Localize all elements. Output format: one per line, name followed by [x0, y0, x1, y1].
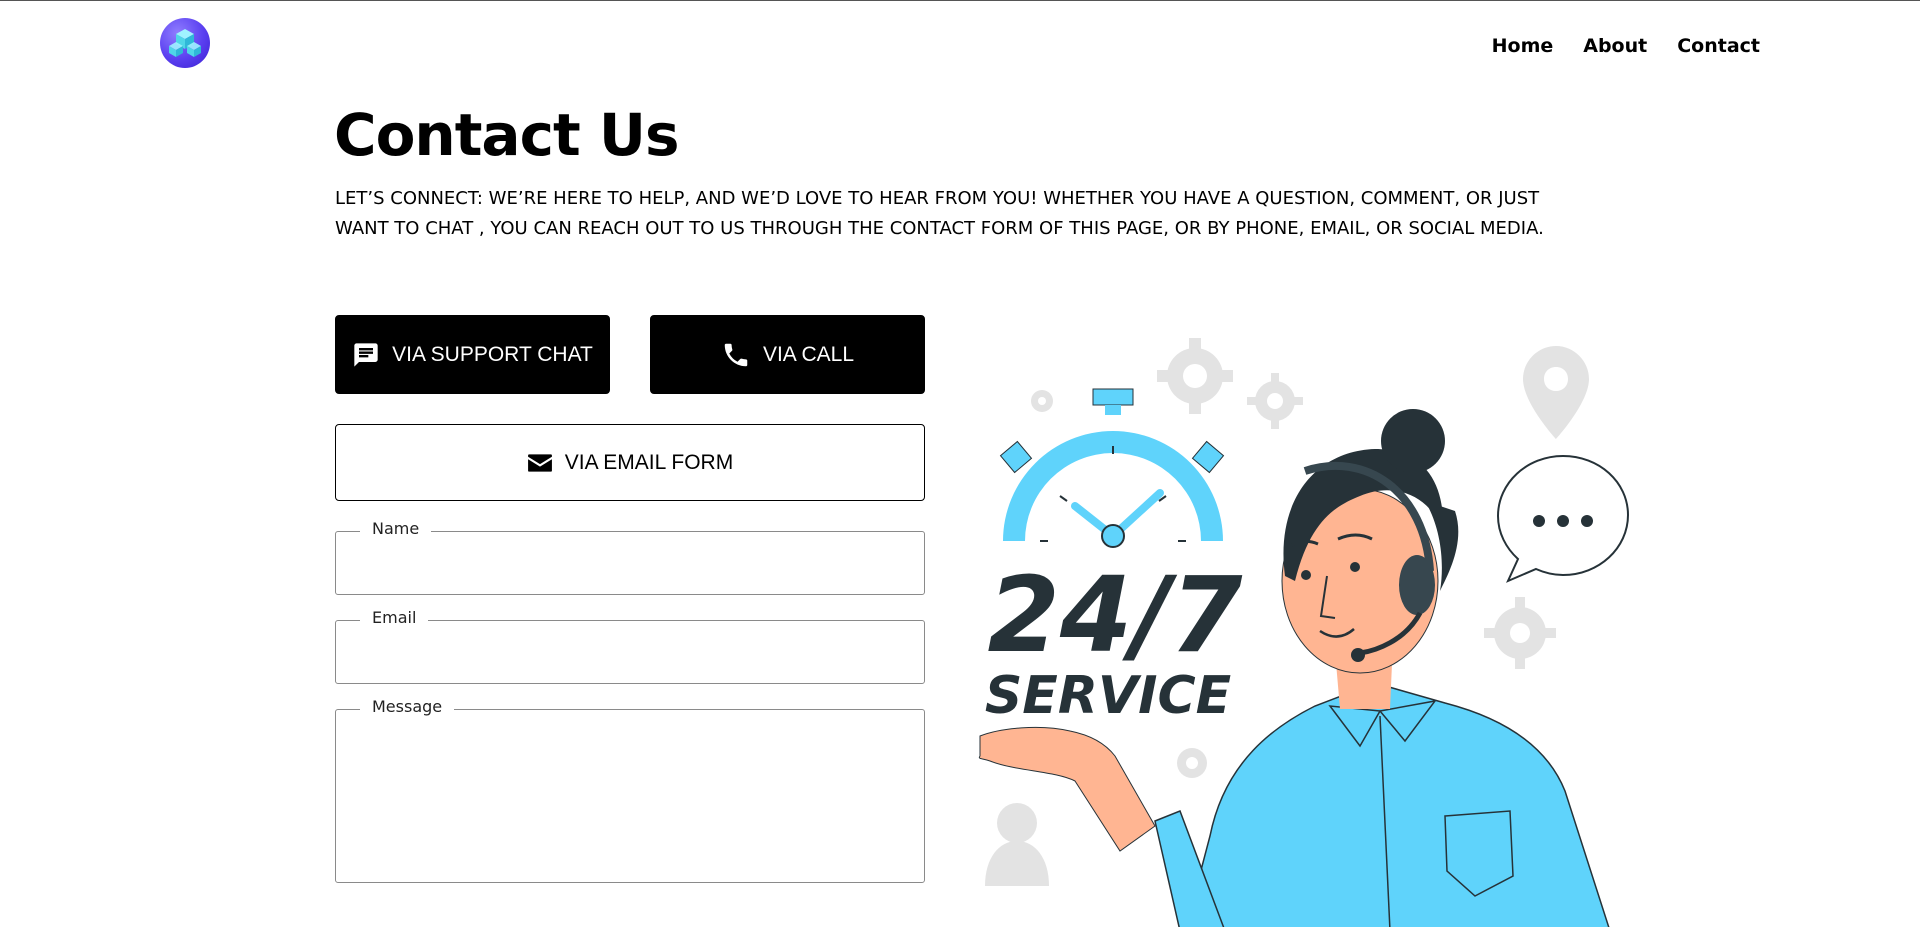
location-pin-icon [1523, 346, 1589, 439]
nav-about[interactable]: About [1583, 35, 1647, 57]
gear-icon [1031, 390, 1053, 412]
phone-icon [724, 343, 748, 366]
message-label: Message [360, 697, 455, 716]
intro-text: LET’S CONNECT: WE’RE HERE TO HELP, AND W… [335, 188, 1544, 239]
email-form-button[interactable]: VIA EMAIL FORM [335, 424, 925, 501]
user-silhouette-icon [985, 803, 1049, 886]
illustration-headline: 24/7 [987, 554, 1243, 676]
page-title: Contact Us [334, 101, 679, 169]
chat-bubble-icon [1496, 454, 1630, 583]
email-field[interactable]: Email [335, 608, 925, 684]
call-label: VIA CALL [762, 342, 855, 366]
nav-contact[interactable]: Contact [1677, 35, 1760, 57]
name-field[interactable]: Name [335, 519, 925, 595]
email-form-label: VIA EMAIL FORM [564, 450, 734, 474]
illustration-subheadline: SERVICE [985, 666, 1231, 726]
chat-icon [354, 342, 378, 367]
gear-icon [1247, 373, 1303, 429]
support-chat-label: VIA SUPPORT CHAT [392, 342, 593, 366]
support-chat-button[interactable]: VIA SUPPORT CHAT [335, 315, 610, 394]
site-logo[interactable] [160, 18, 210, 68]
gear-icon [1484, 597, 1556, 669]
call-button[interactable]: VIA CALL [650, 315, 925, 394]
support-agent-illustration: 24/7 SERVICE [978, 338, 1630, 927]
email-label: Email [360, 608, 429, 627]
envelope-icon [527, 453, 552, 472]
nav-home[interactable]: Home [1492, 35, 1554, 57]
gear-icon [1177, 748, 1207, 778]
main-nav: Home About Contact [1492, 35, 1760, 57]
cube-logo-icon [169, 29, 201, 57]
gear-icon [1157, 338, 1233, 414]
name-label: Name [360, 519, 432, 538]
message-field[interactable]: Message [335, 697, 925, 883]
